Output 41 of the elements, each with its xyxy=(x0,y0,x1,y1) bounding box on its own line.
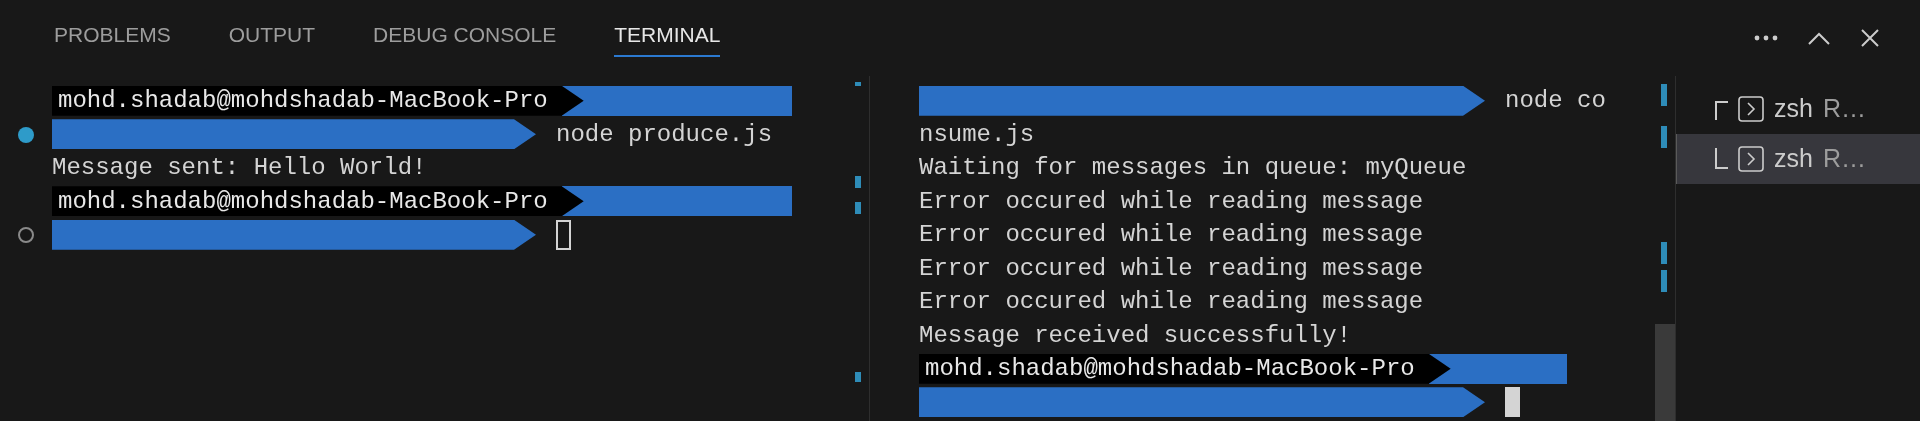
output-line: Message received successfully! xyxy=(919,320,1352,351)
ruler-mark xyxy=(1661,84,1667,106)
chevron-up-icon[interactable] xyxy=(1808,31,1830,45)
close-icon[interactable] xyxy=(1860,28,1880,48)
scrollbar-thumb[interactable] xyxy=(1655,324,1675,421)
output-line: Error occured while reading message xyxy=(919,287,1424,317)
status-dot-icon[interactable] xyxy=(18,126,34,143)
command-text: node co xyxy=(1505,86,1606,116)
output-line: nsume.js xyxy=(919,119,1035,150)
command-text: node produce.js xyxy=(556,119,773,150)
ruler-mark xyxy=(855,202,861,214)
output-line: Waiting for messages in queue: myQueue xyxy=(919,153,1467,183)
ruler-mark xyxy=(1661,126,1667,148)
panel-tab[interactable]: PROBLEMS xyxy=(54,0,171,58)
tree-connector-icon xyxy=(1714,98,1728,120)
output-line: Error occured while reading message xyxy=(919,186,1424,217)
panel-tab[interactable]: DEBUG CONSOLE xyxy=(373,0,557,58)
prompt-user: mohd.shadab@mohdshadab-MacBook-Pro xyxy=(52,186,584,217)
ruler-mark xyxy=(1661,242,1667,264)
prompt-user: mohd.shadab@mohdshadab-MacBook-Pro xyxy=(52,85,584,116)
terminal-detail: R… xyxy=(1822,143,1866,175)
terminal-detail: R… xyxy=(1822,93,1866,125)
tree-connector-icon xyxy=(1714,148,1728,170)
ruler-mark xyxy=(855,372,861,382)
more-icon[interactable] xyxy=(1754,35,1778,41)
terminal-icon xyxy=(1738,96,1764,122)
status-dot-icon[interactable] xyxy=(18,227,34,243)
terminal-list-item[interactable]: zsh R… xyxy=(1676,84,1920,134)
terminal-name: zsh xyxy=(1774,143,1813,175)
output-line: Error occured while reading message xyxy=(919,220,1424,250)
output-line: Error occured while reading message xyxy=(919,253,1424,284)
ruler-mark xyxy=(1661,270,1667,292)
ruler-mark xyxy=(855,82,861,86)
output-line: Message sent: Hello World! xyxy=(52,153,427,183)
terminal-icon xyxy=(1738,146,1764,172)
panel-tab[interactable]: OUTPUT xyxy=(228,0,316,58)
ruler-mark xyxy=(855,176,861,188)
terminal-list-item[interactable]: zsh R… xyxy=(1676,134,1920,184)
panel-tab[interactable]: TERMINAL xyxy=(614,0,721,58)
prompt-user: mohd.shadab@mohdshadab-MacBook-Pro xyxy=(919,353,1451,384)
terminal-name: zsh xyxy=(1774,93,1813,125)
